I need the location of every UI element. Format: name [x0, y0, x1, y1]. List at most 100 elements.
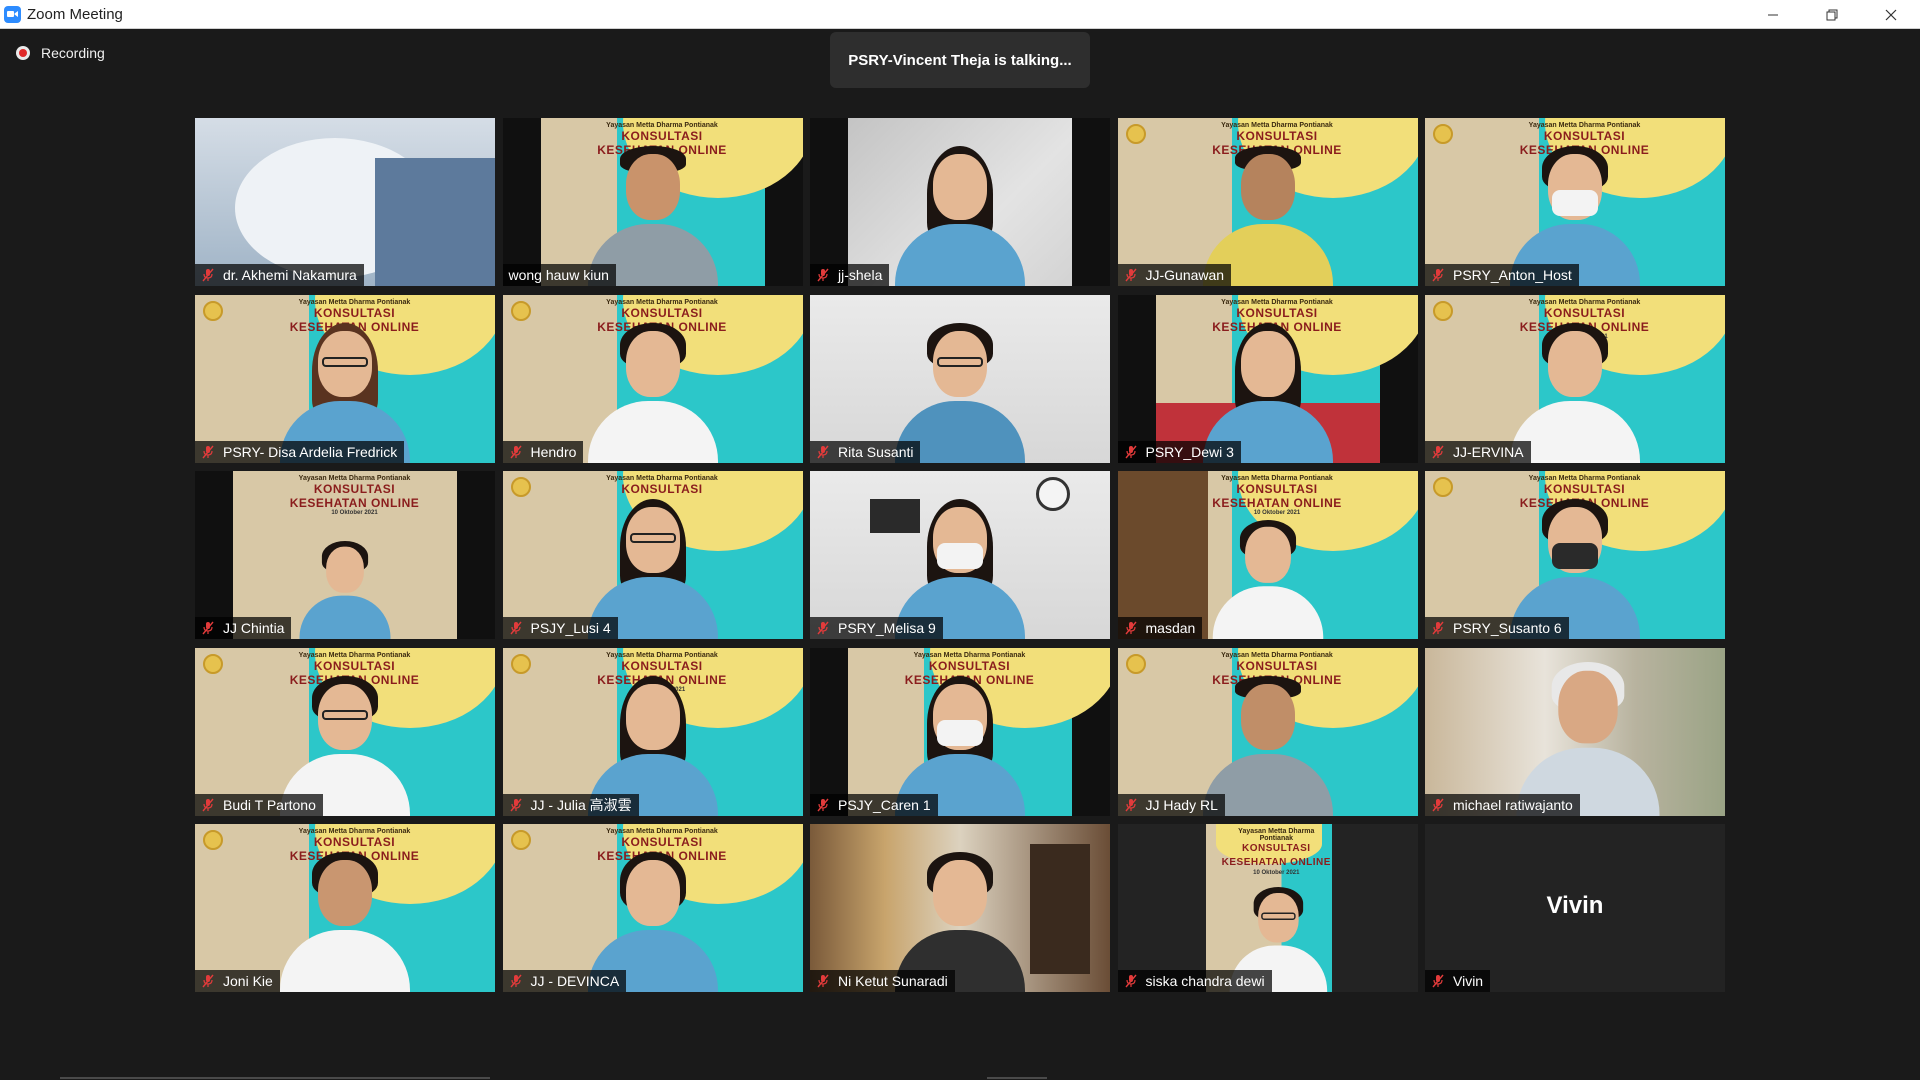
recording-label: Recording	[41, 45, 105, 61]
participant-name-bar: PSRY_Dewi 3	[1117, 440, 1241, 463]
video-tile[interactable]: michael ratiwajanto	[1425, 647, 1725, 816]
active-speaker-notice: PSRY-Vincent Theja is talking...	[830, 32, 1090, 88]
toolbar-edge	[60, 1077, 490, 1079]
participant-name-bar: JJ Chintia	[195, 617, 292, 639]
video-tile[interactable]: Yayasan Metta Dharma Pontianak KONSULTASI…	[810, 647, 1110, 816]
muted-mic-icon	[201, 974, 215, 988]
video-tile[interactable]: Ni Ketut Sunaradi	[810, 824, 1110, 992]
video-tile[interactable]: Yayasan Metta Dharma Pontianak KONSULTASI…	[502, 471, 803, 639]
participant-name: Budi T Partono	[223, 796, 316, 813]
close-icon	[1885, 9, 1896, 20]
foundation-logo-icon	[1125, 124, 1146, 144]
participant-name: Ni Ketut Sunaradi	[838, 973, 948, 989]
foundation-logo-icon	[1433, 124, 1453, 144]
participant-name: wong hauw kiun	[508, 267, 609, 283]
participant-name: Rita Susanti	[838, 443, 914, 460]
video-tile[interactable]: Yayasan Metta Dharma Pontianak KONSULTASI…	[1117, 824, 1418, 992]
muted-mic-icon	[1124, 268, 1138, 282]
muted-mic-icon	[816, 268, 830, 282]
recording-indicator[interactable]: Recording	[16, 45, 105, 61]
video-tile[interactable]: Yayasan Metta Dharma Pontianak KONSULTASI…	[502, 647, 803, 816]
video-tile[interactable]: Yayasan Metta Dharma Pontianak KONSULTASI…	[502, 824, 803, 992]
muted-mic-icon	[816, 974, 830, 988]
participant-name-bar: JJ-Gunawan	[1117, 264, 1232, 286]
muted-mic-icon	[1431, 798, 1445, 812]
participant-name-bar: siska chandra dewi	[1117, 970, 1272, 992]
muted-mic-icon	[1124, 974, 1138, 988]
participant-name-bar: Ni Ketut Sunaradi	[810, 970, 955, 992]
participant-video	[587, 313, 718, 463]
participant-video	[1212, 512, 1323, 639]
video-tile[interactable]: Yayasan Metta Dharma Pontianak KONSULTASI…	[502, 294, 803, 463]
participant-display-name: Vivin	[1546, 892, 1604, 919]
foundation-logo-icon	[510, 830, 531, 850]
video-tile[interactable]: Yayasan Metta Dharma Pontianak KONSULTASI…	[1117, 647, 1418, 816]
restore-button[interactable]	[1802, 0, 1861, 29]
foundation-logo-icon	[203, 830, 223, 850]
foundation-logo-icon	[510, 300, 531, 321]
event-banner: Yayasan Metta Dharma Pontianak KONSULTASI…	[1221, 828, 1331, 876]
muted-mic-icon	[1124, 621, 1138, 635]
video-tile[interactable]: Vivin Vivin	[1425, 824, 1725, 992]
participant-name: Joni Kie	[223, 973, 273, 989]
video-tile[interactable]: Yayasan Metta Dharma Pontianak KONSULTASI…	[1425, 118, 1725, 286]
participant-name-bar: PSJY_Caren 1	[810, 793, 938, 816]
video-tile[interactable]: Yayasan Metta Dharma Pontianak KONSULTASI…	[195, 294, 495, 463]
participant-name-bar: PSRY_Susanto 6	[1425, 617, 1569, 639]
participant-name-bar: Budi T Partono	[195, 793, 323, 816]
participant-name: siska chandra dewi	[1145, 973, 1265, 989]
video-tile[interactable]: Rita Susanti	[810, 294, 1110, 463]
minimize-icon	[1767, 14, 1778, 15]
muted-mic-icon	[509, 974, 523, 988]
participant-name: dr. Akhemi Nakamura	[223, 267, 357, 283]
participant-name: PSRY_Dewi 3	[1145, 443, 1234, 460]
muted-mic-icon	[201, 798, 215, 812]
window-controls	[1743, 0, 1920, 29]
close-button[interactable]	[1861, 0, 1920, 29]
video-tile[interactable]: Yayasan Metta Dharma Pontianak KONSULTASI…	[1117, 471, 1418, 639]
participant-name-bar: masdan	[1117, 617, 1203, 639]
muted-mic-icon	[1431, 268, 1445, 282]
video-tile[interactable]: Yayasan Metta Dharma Pontianak KONSULTASI…	[1117, 294, 1418, 463]
muted-mic-icon	[816, 621, 830, 635]
foundation-logo-icon	[1125, 653, 1146, 674]
participant-name: JJ Chintia	[223, 620, 285, 636]
participant-name: michael ratiwajanto	[1453, 796, 1573, 813]
video-tile[interactable]: Yayasan Metta Dharma Pontianak KONSULTASI…	[1425, 471, 1725, 639]
participant-name-bar: Hendro	[502, 440, 584, 463]
participant-name-bar: JJ-ERVINA	[1425, 440, 1531, 463]
video-tile[interactable]: Yayasan Metta Dharma Pontianak KONSULTASI…	[195, 647, 495, 816]
participant-name-bar: JJ Hady RL	[1117, 793, 1225, 816]
participant-name: PSRY- Disa Ardelia Fredrick	[223, 443, 398, 460]
participant-video	[299, 534, 391, 639]
participant-name: JJ - Julia 高淑雲	[530, 796, 632, 813]
window-title: Zoom Meeting	[27, 5, 123, 23]
participant-name-bar: jj-shela	[810, 264, 890, 286]
participant-name-bar: JJ - Julia 高淑雲	[502, 793, 639, 816]
muted-mic-icon	[1431, 621, 1445, 635]
participant-video	[895, 136, 1025, 286]
participant-name: PSJY_Lusi 4	[530, 620, 611, 636]
video-tile[interactable]: jj-shela	[810, 118, 1110, 286]
participant-name-bar: Joni Kie	[195, 970, 280, 992]
video-tile[interactable]: Yayasan Metta Dharma Pontianak KONSULTASI…	[1425, 294, 1725, 463]
video-tile[interactable]: Yayasan Metta Dharma Pontianak KONSULTASI…	[195, 824, 495, 992]
video-tile[interactable]: Yayasan Metta Dharma Pontianak KONSULTASI…	[1117, 118, 1418, 286]
participant-name: JJ - DEVINCA	[530, 973, 620, 989]
participant-name: PSRY_Melisa 9	[838, 620, 936, 636]
video-tile[interactable]: Yayasan Metta Dharma Pontianak KONSULTASI…	[195, 471, 495, 639]
minimize-button[interactable]	[1743, 0, 1802, 29]
video-tile[interactable]: Yayasan Metta Dharma Pontianak KONSULTASI…	[502, 118, 803, 286]
foundation-logo-icon	[203, 300, 223, 321]
participant-name: PSRY_Susanto 6	[1453, 620, 1562, 636]
muted-mic-icon	[816, 445, 830, 459]
gallery-view: dr. Akhemi Nakamura Yayasan Metta Dharma…	[195, 118, 1725, 992]
foundation-logo-icon	[510, 477, 531, 497]
video-tile[interactable]: dr. Akhemi Nakamura	[195, 118, 495, 286]
participant-name: PSRY_Anton_Host	[1453, 267, 1572, 283]
participant-name: JJ-ERVINA	[1453, 443, 1524, 460]
video-tile[interactable]: PSRY_Melisa 9	[810, 471, 1110, 639]
participant-name-bar: PSRY_Anton_Host	[1425, 264, 1579, 286]
participant-name: Hendro	[530, 443, 577, 460]
participant-video	[1516, 651, 1660, 816]
